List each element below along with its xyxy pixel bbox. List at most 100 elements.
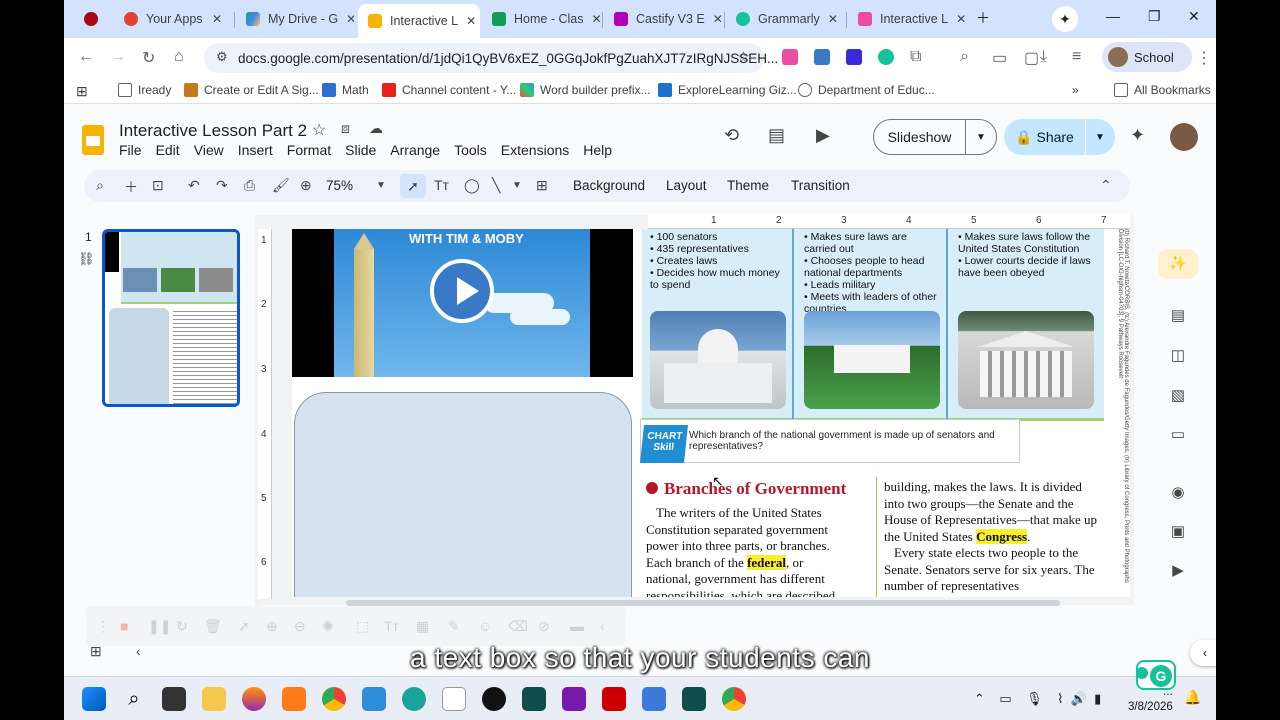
speaker-notes-icon[interactable]: ▤	[1150, 301, 1206, 331]
zoom-out-icon[interactable]: ⊖	[294, 618, 306, 635]
new-tab-icon[interactable]: ＋	[976, 8, 990, 28]
menu-edit[interactable]: Edit	[156, 142, 180, 158]
acrobat-icon[interactable]	[602, 687, 626, 711]
star-icon[interactable]: ☆	[312, 120, 326, 140]
collapse-left-icon[interactable]: ‹	[600, 618, 605, 634]
apps-grid-icon[interactable]: ⊞	[76, 83, 88, 100]
new-slide-icon[interactable]: ＋	[124, 177, 138, 197]
menu-extensions[interactable]: Extensions	[501, 142, 569, 158]
photos-icon[interactable]	[642, 687, 666, 711]
bookmark-department-education[interactable]: Department of Educ...	[798, 83, 935, 97]
pause-icon[interactable]: ❚❚	[148, 618, 171, 635]
add-comment-icon[interactable]: ⊞	[536, 177, 548, 194]
slides-logo-icon[interactable]	[82, 125, 104, 155]
close-icon[interactable]: ✕	[212, 12, 222, 26]
avatar[interactable]	[1170, 123, 1198, 151]
tab-grammarly[interactable]: Grammarly ✕	[726, 6, 844, 32]
student-text-box[interactable]	[294, 392, 632, 597]
profile-button[interactable]: School	[1102, 42, 1192, 72]
present-icon[interactable]: ▶	[1150, 556, 1206, 586]
meet-icon[interactable]: ▶	[816, 125, 830, 146]
tab-interactive-2[interactable]: Interactive L ✕	[848, 6, 966, 32]
background-button[interactable]: Background	[573, 178, 645, 193]
document-title[interactable]: Interactive Lesson Part 2	[119, 121, 307, 141]
chevron-right-icon[interactable]: »	[1072, 83, 1079, 97]
site-info-icon[interactable]: ⚙	[216, 49, 228, 65]
menu-slide[interactable]: Slide	[345, 142, 376, 158]
new-slide-layout-icon[interactable]: ⊡	[152, 177, 164, 194]
close-icon[interactable]: ✕	[591, 12, 600, 26]
cast-icon[interactable]: ▭	[992, 48, 1007, 68]
zoom-icon[interactable]: ⊕	[300, 177, 312, 194]
spotlight-icon[interactable]: ✺	[322, 618, 334, 635]
chevron-down-icon[interactable]: ▼	[512, 180, 522, 191]
menu-file[interactable]: File	[119, 142, 142, 158]
collapse-icon[interactable]: ⌃	[1100, 177, 1112, 194]
chrome-icon[interactable]	[322, 687, 346, 711]
bookmark-word-builder[interactable]: Word builder prefix...	[520, 83, 651, 97]
firefox-icon[interactable]	[242, 687, 266, 711]
tab-my-drive[interactable]: My Drive - G ✕	[236, 6, 354, 32]
close-icon[interactable]: ✕	[466, 14, 476, 28]
gemini-icon[interactable]: ✦	[1130, 125, 1145, 146]
close-window-icon[interactable]: ✕	[1188, 8, 1200, 25]
tab-your-apps[interactable]: Your Apps ✕	[114, 6, 232, 32]
app-icon[interactable]	[522, 687, 546, 711]
onenote-icon[interactable]	[562, 687, 586, 711]
app-icon[interactable]	[362, 687, 386, 711]
search-icon[interactable]: ⌕	[122, 687, 146, 711]
pointer-icon[interactable]: ➚	[238, 618, 250, 635]
tab-castify[interactable]: Castify V3 E ✕	[604, 6, 722, 32]
bookmark-channel-content[interactable]: Channel content - Y...	[382, 83, 516, 97]
gemini-icon[interactable]: ✦	[1052, 6, 1078, 32]
folder-icon[interactable]: ▭	[1150, 420, 1206, 450]
playlist-icon[interactable]: ≡	[1072, 48, 1081, 66]
reload-icon[interactable]: ↻	[142, 48, 155, 68]
notifications-icon[interactable]: 🔔	[1184, 689, 1201, 706]
camera-icon[interactable]: ▬	[570, 618, 584, 634]
tab-home-classroom[interactable]: Home - Clas ✕	[482, 6, 600, 32]
version-history-icon[interactable]: ⟲	[724, 125, 739, 146]
battery-icon[interactable]: ▮	[1094, 691, 1101, 706]
blur-icon[interactable]: ▦	[416, 618, 429, 635]
record-icon[interactable]: ◉	[1150, 478, 1206, 508]
microphone-icon[interactable]: 🎙	[1026, 691, 1043, 706]
grammarly-widget[interactable]: G	[1136, 660, 1176, 690]
minimize-icon[interactable]: —	[1106, 8, 1120, 24]
menu-format[interactable]: Format	[287, 142, 331, 158]
text-box-icon[interactable]: Tт	[434, 177, 449, 193]
bookmark-create-signature[interactable]: Create or Edit A Sig...	[184, 83, 319, 97]
grammarly-extension-icon[interactable]	[878, 49, 894, 65]
restart-icon[interactable]: ↻	[176, 618, 188, 635]
start-icon[interactable]	[82, 687, 106, 711]
theme-button[interactable]: Theme	[727, 178, 769, 193]
file-explorer-icon[interactable]	[202, 687, 226, 711]
line-icon[interactable]: ╲	[492, 177, 500, 194]
app-icon[interactable]	[282, 687, 306, 711]
chrome-profile-icon[interactable]	[722, 687, 746, 711]
app-icon[interactable]	[402, 687, 426, 711]
close-icon[interactable]: ✕	[713, 12, 722, 26]
puzzle-icon[interactable]: ⧉	[910, 48, 921, 66]
zoom-select[interactable]: 75%	[326, 178, 353, 193]
castify-extension-icon[interactable]	[782, 49, 798, 65]
select-pointer-icon[interactable]: ➚	[400, 174, 426, 198]
extension-icon[interactable]	[814, 49, 830, 65]
home-icon[interactable]: ⌂	[174, 48, 184, 66]
tab-pinned[interactable]	[74, 6, 114, 32]
chevron-down-icon[interactable]: ▼	[1086, 132, 1114, 143]
delete-icon[interactable]: 🗑	[204, 618, 222, 635]
app-icon[interactable]	[482, 687, 506, 711]
paint-format-icon[interactable]: 🖌	[272, 177, 290, 194]
chevron-up-icon[interactable]: ⌃	[974, 691, 985, 706]
menu-insert[interactable]: Insert	[238, 142, 273, 158]
menu-view[interactable]: View	[194, 142, 224, 158]
move-folder-icon[interactable]: ⧈	[341, 120, 350, 137]
volume-icon[interactable]: 🔊	[1071, 691, 1087, 706]
emoji-icon[interactable]: ☺	[478, 618, 492, 634]
tab-interactive-lesson[interactable]: Interactive L ✕	[358, 4, 480, 38]
eraser-icon[interactable]: ⌫	[508, 618, 528, 635]
close-icon[interactable]: ✕	[956, 12, 966, 26]
forward-icon[interactable]: →	[110, 48, 126, 66]
download-icon[interactable]: ⤓	[1040, 48, 1047, 66]
